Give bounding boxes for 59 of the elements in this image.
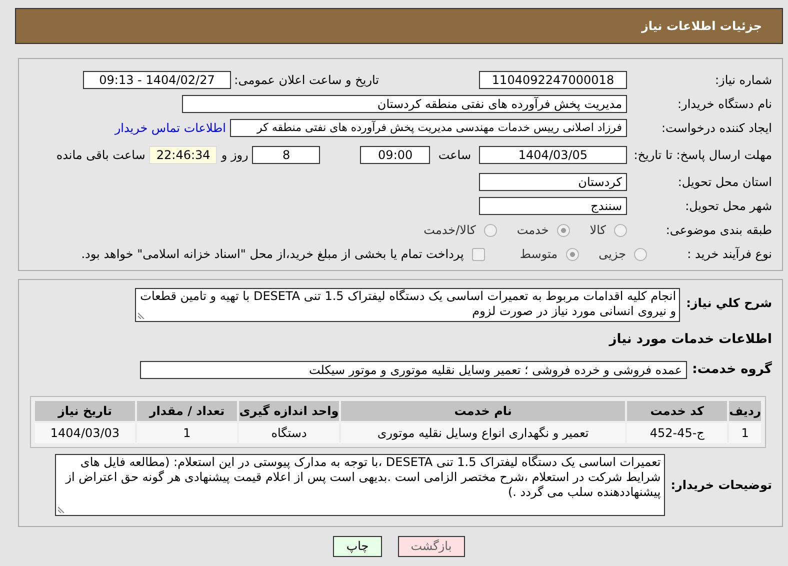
days-field[interactable]: 8 <box>252 146 320 164</box>
field-label: تاریخ و ساعت اعلان عمومی: <box>233 72 379 89</box>
field-label: شماره نیاز: <box>715 72 772 89</box>
column-header: واحد اندازه گیری <box>239 400 339 420</box>
field-label: خدمت <box>516 222 549 239</box>
radio-button[interactable] <box>484 224 497 236</box>
radio-button[interactable] <box>634 248 647 260</box>
checkbox[interactable] <box>472 248 485 260</box>
field-label: گروه خدمت: <box>691 360 772 379</box>
column-header: کد خدمت <box>627 400 728 420</box>
radio-button[interactable] <box>614 224 627 236</box>
field-label: استان محل تحویل: <box>678 174 772 191</box>
field-label: طبقه بندی موضوعی: <box>666 222 772 239</box>
section-heading: اطلاعات خدمات مورد نیاز <box>609 331 772 350</box>
buyer-org-field[interactable]: مدیریت پخش فرآورده های نفتی منطقه کردستان <box>182 95 627 113</box>
radio-button[interactable] <box>556 224 570 236</box>
resize-grip-icon[interactable] <box>138 311 146 319</box>
deadline-time-field[interactable]: 09:00 <box>360 146 430 164</box>
field-label: توضیحات خریدار: <box>670 476 772 494</box>
table-cell: 1404/03/03 <box>35 422 135 442</box>
field-label: کالا/خدمت <box>424 222 476 239</box>
creator-field[interactable]: فرزاد اصلانی رییس خدمات مهندسی مدیریت پخش فرآورده های نفتی منطقه کر <box>230 119 627 137</box>
service-group-field[interactable]: عمده فروشی و خرده فروشی ؛ تعمیر وسایل نقلیه موتوری و موتور سیکلت <box>140 360 687 379</box>
announce-date-field[interactable]: 1404/02/27 - 09:13 <box>83 71 231 89</box>
buyer-notes-textarea[interactable]: تعمیرات اساسی یک دستگاه لیفتراک 1.5 تنی DESETA ،با توجه به مدارک پیوستی در این استعلام: (مطالعه فایل های شرایط شرکت در استعلام ،شرح مختصر الزامی است .بدیهی است پس از اعلام قیمت پیشنهادی هر گونه حق اعتراض از پیشنهاددهنده سلب می گردد .) <box>54 454 665 516</box>
field-label: متوسط <box>520 246 558 263</box>
field-label: کالا <box>590 222 606 239</box>
field-label: نام دستگاه خریدار: <box>678 96 772 113</box>
province-field[interactable]: کردستان <box>479 173 627 191</box>
radio-button[interactable] <box>566 248 579 260</box>
description-textarea[interactable]: انجام کلیه اقدامات مربوط به تعمیرات اساسی یک دستگاه لیفتراک 1.5 تنی DESETA با تهیه و تامین قطعات و نیروی انسانی مورد نیاز در صورت لزوم <box>135 288 680 322</box>
field-label: ساعت باقی مانده <box>56 147 146 164</box>
city-field[interactable]: سنندج <box>479 197 627 215</box>
column-header: ردیف <box>729 400 761 420</box>
print-button[interactable]: چاپ <box>333 536 382 556</box>
field-label: مهلت ارسال پاسخ: تا تاریخ: <box>634 148 772 162</box>
field-label: نوع فرآیند خرید : <box>687 246 772 263</box>
column-header: نام خدمت <box>341 400 626 420</box>
table-cell: ج-45-452 <box>627 422 728 442</box>
table-cell: 1 <box>137 422 237 442</box>
table-cell: تعمیر و نگهداری انواع وسایل نقلیه موتوری <box>341 422 626 442</box>
field-label: جزیی <box>598 246 626 263</box>
remaining-time-field[interactable]: 22:46:34 <box>149 146 218 164</box>
field-label: ساعت <box>438 147 471 164</box>
field-label: روز و <box>221 147 248 164</box>
column-header: تعداد / مقدار <box>137 400 237 420</box>
field-label: پرداخت تمام یا بخشی از مبلغ خرید،از محل "اسناد خزانه اسلامی" خواهد بود. <box>81 246 464 263</box>
buyer-contact-link[interactable]: اطلاعات تماس خریدار <box>114 119 226 137</box>
resize-grip-icon[interactable] <box>58 504 66 512</box>
deadline-date-field[interactable]: 1404/03/05 <box>479 146 627 164</box>
table-cell: دستگاه <box>239 422 339 442</box>
field-label: شهر محل تحویل: <box>685 198 772 215</box>
back-button[interactable]: بازگشت <box>398 536 465 556</box>
need-number-field[interactable]: 1104092247000018 <box>479 71 627 89</box>
field-label: ایجاد کننده درخواست: <box>661 120 772 137</box>
column-header: تاریخ نیاز <box>35 400 135 420</box>
page-title: جزئیات اطلاعات نیاز <box>641 18 762 35</box>
field-label: شرح کلي نياز: <box>686 295 772 312</box>
table-cell: 1 <box>729 422 761 442</box>
